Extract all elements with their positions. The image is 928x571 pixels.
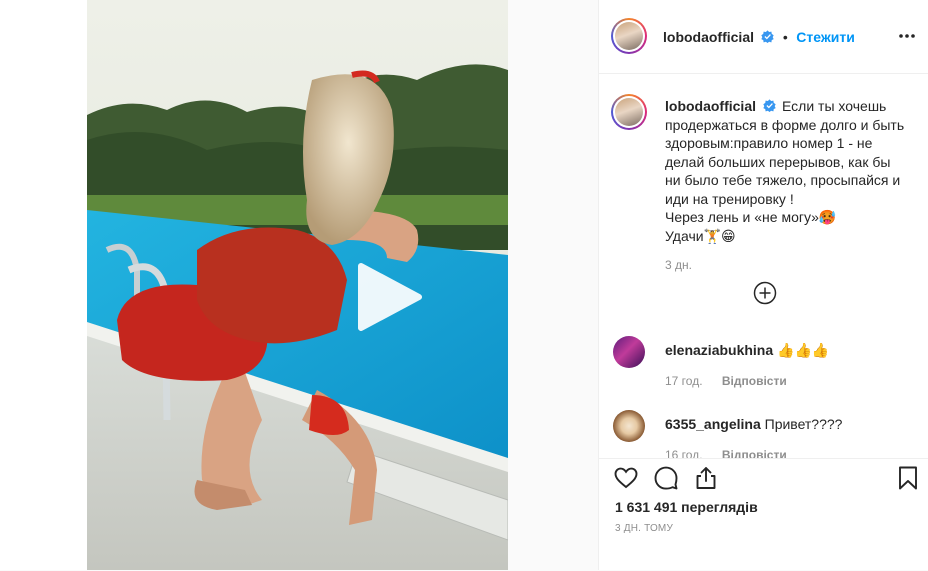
view-count[interactable]: 1 631 491 переглядів [615, 499, 758, 515]
comment-button[interactable] [653, 465, 679, 491]
caption-line: иди на тренировку ! [665, 190, 794, 207]
like-button[interactable] [613, 465, 639, 491]
comment-body: 6355_angelina Привет???? [665, 415, 915, 433]
caption-author-avatar[interactable] [611, 94, 647, 130]
comment-time: 16 год. [665, 448, 703, 458]
share-button[interactable] [693, 465, 719, 491]
bookmark-icon [899, 466, 917, 490]
commenter-username[interactable]: 6355_angelina [665, 416, 761, 432]
video-frame-illustration [87, 0, 508, 570]
caption-line: Если ты хочешь [782, 98, 887, 114]
comment-meta: 16 год. Відповісти [665, 448, 787, 458]
load-more-comments-button[interactable] [753, 281, 777, 305]
comment-text: Привет???? [764, 416, 843, 432]
comments-section[interactable]: lobodaofficial Если ты хочешь продержать… [599, 74, 928, 458]
more-options-button[interactable] [897, 28, 917, 44]
comment-time: 17 год. [665, 374, 703, 388]
more-icon [899, 34, 915, 38]
comment-body: elenaziabukhina 👍👍👍 [665, 341, 915, 359]
caption-line: продержаться в форме долго и быть [665, 116, 905, 133]
follow-button[interactable]: Стежити [796, 29, 855, 45]
header-author-line: lobodaofficial • Стежити [663, 29, 855, 47]
save-button[interactable] [895, 465, 921, 491]
post-details-panel: lobodaofficial • Стежити lobodaofficial [598, 0, 928, 570]
verified-badge-icon [761, 30, 775, 43]
reply-button[interactable]: Відповісти [722, 374, 787, 388]
post-date[interactable]: 3 ДН. ТОМУ [615, 523, 673, 534]
share-icon [696, 467, 716, 489]
caption-author-username[interactable]: lobodaofficial [665, 98, 756, 114]
play-button[interactable] [355, 262, 425, 332]
header-separator: • [782, 29, 788, 45]
verified-badge-icon [763, 99, 776, 112]
caption-line: здоровым:правило номер 1 - не [665, 135, 873, 151]
caption-time: 3 дн. [665, 258, 692, 272]
post-actions-bar: 1 631 491 переглядів 3 ДН. ТОМУ [599, 458, 928, 571]
commenter-avatar[interactable] [613, 336, 645, 368]
caption-line: ни было тебе тяжело, просыпайся и [665, 172, 901, 188]
play-icon [358, 263, 422, 331]
post-header: lobodaofficial • Стежити [599, 0, 928, 74]
heart-icon [614, 467, 638, 489]
caption-line: делай больших перерывов, как бы [665, 153, 891, 170]
author-username[interactable]: lobodaofficial [663, 29, 754, 45]
commenter-username[interactable]: elenaziabukhina [665, 342, 773, 358]
add-comment-icon [753, 281, 777, 305]
author-avatar[interactable] [611, 18, 647, 54]
caption-line: Через лень и «не могу»🥵 [665, 209, 837, 225]
comment-meta: 17 год. Відповісти [665, 374, 787, 388]
page-background-left [0, 0, 87, 570]
comment-icon [654, 466, 678, 490]
commenter-avatar[interactable] [613, 410, 645, 442]
post-caption: lobodaofficial Если ты хочешь продержать… [665, 97, 915, 275]
post-video[interactable] [87, 0, 508, 570]
reply-button[interactable]: Відповісти [722, 448, 787, 458]
caption-line: Удачи🏋️😁 [665, 227, 736, 244]
comment-text: 👍👍👍 [777, 342, 830, 358]
